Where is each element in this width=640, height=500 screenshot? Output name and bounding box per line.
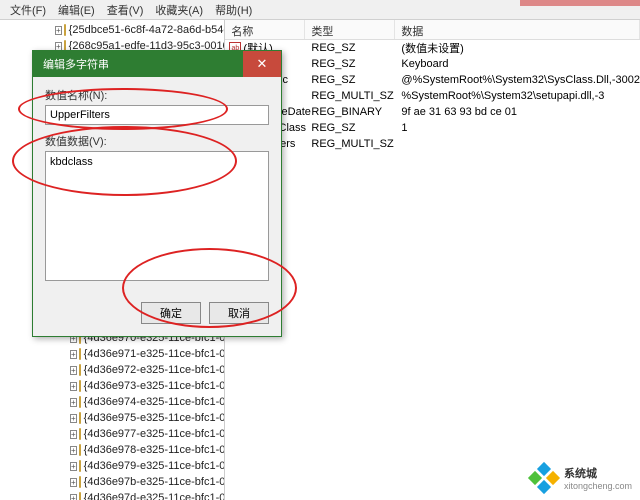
value-type: REG_SZ: [305, 58, 395, 70]
value-data: (数值未设置): [395, 40, 640, 56]
window-title-partial: [520, 0, 640, 6]
folder-icon: [79, 364, 81, 376]
folder-icon: [79, 428, 81, 440]
folder-icon: [64, 24, 66, 36]
folder-icon: [79, 460, 81, 472]
list-header: 名称 类型 数据: [225, 20, 640, 40]
tree-item[interactable]: +{4d36e971-e325-11ce-bfc1-08002be10318}: [0, 346, 224, 362]
value-type: REG_MULTI_SZ: [305, 138, 395, 150]
tree-item[interactable]: +{4d36e973-e325-11ce-bfc1-08002be10318}: [0, 378, 224, 394]
menu-help[interactable]: 帮助(H): [209, 0, 258, 20]
menu-view[interactable]: 查看(V): [101, 0, 150, 20]
expand-icon[interactable]: +: [70, 398, 77, 407]
menu-file[interactable]: 文件(F): [4, 0, 52, 20]
expand-icon[interactable]: +: [70, 366, 77, 375]
tree-item[interactable]: +{4d36e978-e325-11ce-bfc1-08002be10318}: [0, 442, 224, 458]
expand-icon[interactable]: +: [70, 382, 77, 391]
tree-item[interactable]: +{4d36e974-e325-11ce-bfc1-08002be10318}: [0, 394, 224, 410]
expand-icon[interactable]: +: [70, 430, 77, 439]
watermark-icon: [530, 464, 558, 492]
expand-icon[interactable]: +: [70, 350, 77, 359]
value-list[interactable]: 名称 类型 数据 ab(默认)REG_SZ(数值未设置)ablassREG_SZ…: [225, 20, 640, 500]
list-row[interactable]: 01astDeleteDateREG_BINARY9f ae 31 63 93 …: [225, 104, 640, 120]
col-name[interactable]: 名称: [225, 20, 305, 39]
close-icon[interactable]: ✕: [243, 51, 281, 77]
watermark: 系统城 xitongcheng.com: [530, 464, 632, 492]
folder-icon: [79, 396, 81, 408]
list-row[interactable]: ablassDescREG_SZ@%SystemRoot%\System32\S…: [225, 72, 640, 88]
folder-icon: [79, 348, 81, 360]
value-name-label: 数值名称(N):: [45, 87, 269, 103]
cancel-button[interactable]: 取消: [209, 302, 269, 324]
expand-icon[interactable]: +: [70, 414, 77, 423]
tree-item[interactable]: +{4d36e97d-e325-11ce-bfc1-08002be10318}: [0, 490, 224, 500]
dialog-titlebar[interactable]: 编辑多字符串 ✕: [33, 51, 281, 77]
value-data-label: 数值数据(V):: [45, 133, 269, 149]
col-data[interactable]: 数据: [395, 20, 640, 39]
watermark-url: xitongcheng.com: [564, 481, 632, 491]
list-row[interactable]: abonPathREG_MULTI_SZ%SystemRoot%\System3…: [225, 88, 640, 104]
value-name-input[interactable]: [45, 105, 269, 125]
value-data: %SystemRoot%\System32\setupapi.dll,-3: [395, 90, 640, 102]
value-type: REG_SZ: [305, 74, 395, 86]
col-type[interactable]: 类型: [305, 20, 395, 39]
value-data: Keyboard: [395, 58, 640, 70]
folder-icon: [79, 476, 81, 488]
menu-fav[interactable]: 收藏夹(A): [149, 0, 209, 20]
edit-multistring-dialog: 编辑多字符串 ✕ 数值名称(N): 数值数据(V): kbdclass 确定 取…: [32, 50, 282, 337]
tree-item[interactable]: +{4d36e975-e325-11ce-bfc1-08002be10318}: [0, 410, 224, 426]
expand-icon[interactable]: +: [70, 446, 77, 455]
value-data: 9f ae 31 63 93 bd ce 01: [395, 106, 640, 118]
list-row[interactable]: ablassREG_SZKeyboard: [225, 56, 640, 72]
list-row[interactable]: abpperFiltersREG_MULTI_SZ: [225, 136, 640, 152]
folder-icon: [79, 380, 81, 392]
value-type: REG_BINARY: [305, 106, 395, 118]
expand-icon[interactable]: +: [70, 478, 77, 487]
menu-edit[interactable]: 编辑(E): [52, 0, 101, 20]
tree-item[interactable]: +{25dbce51-6c8f-4a72-8a6d-b54c2b4fc835}: [0, 22, 224, 38]
tree-item[interactable]: +{4d36e97b-e325-11ce-bfc1-08002be10318}: [0, 474, 224, 490]
list-row[interactable]: ab(默认)REG_SZ(数值未设置): [225, 40, 640, 56]
dialog-title-text: 编辑多字符串: [43, 56, 109, 72]
folder-icon: [79, 444, 81, 456]
tree-item[interactable]: +{4d36e972-e325-11ce-bfc1-08002be10318}: [0, 362, 224, 378]
tree-item[interactable]: +{4d36e977-e325-11ce-bfc1-08002be10318}: [0, 426, 224, 442]
folder-icon: [79, 412, 81, 424]
ok-button[interactable]: 确定: [141, 302, 201, 324]
expand-icon[interactable]: +: [70, 462, 77, 471]
expand-icon[interactable]: +: [55, 26, 62, 35]
tree-item[interactable]: +{4d36e979-e325-11ce-bfc1-08002be10318}: [0, 458, 224, 474]
value-type: REG_SZ: [305, 42, 395, 54]
watermark-brand: 系统城: [564, 468, 597, 480]
value-type: REG_MULTI_SZ: [305, 90, 395, 102]
list-row[interactable]: abloInstallClassREG_SZ1: [225, 120, 640, 136]
value-data: 1: [395, 122, 640, 134]
value-data-textarea[interactable]: kbdclass: [45, 151, 269, 281]
value-type: REG_SZ: [305, 122, 395, 134]
value-data: @%SystemRoot%\System32\SysClass.Dll,-300…: [395, 74, 640, 86]
expand-icon[interactable]: +: [70, 494, 77, 500]
folder-icon: [79, 492, 81, 500]
